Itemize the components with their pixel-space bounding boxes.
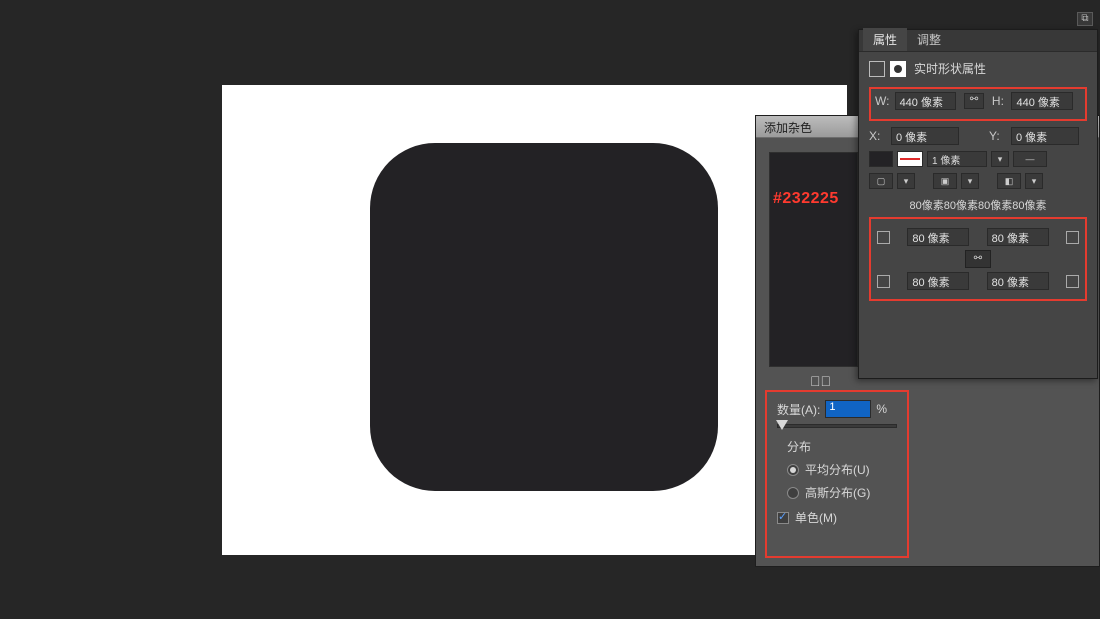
corners-summary: 80像素80像素80像素80像素 xyxy=(869,197,1087,213)
corner-tl-input[interactable]: 80 像素 xyxy=(907,228,969,246)
stroke-style-dropdown[interactable]: — xyxy=(1013,151,1047,167)
mono-option[interactable]: 单色(M) xyxy=(777,509,897,526)
amount-input[interactable]: 1 xyxy=(825,400,871,418)
h-label: H: xyxy=(992,94,1012,108)
distribution-label: 分布 xyxy=(787,438,897,455)
w-label: W: xyxy=(875,94,895,108)
panel-tabs: 属性 调整 xyxy=(859,30,1097,52)
amount-slider[interactable] xyxy=(777,424,897,428)
corner-br-check[interactable] xyxy=(1066,275,1079,288)
cap-picker[interactable]: ▢ xyxy=(869,173,893,189)
amount-unit: % xyxy=(876,402,887,416)
radio-on-icon[interactable] xyxy=(787,464,799,476)
corners-highlight: 80 像素 80 像素 ⚯ 80 像素 80 像素 xyxy=(869,217,1087,301)
stroke-swatch[interactable] xyxy=(897,151,923,167)
corner-tr-input[interactable]: 80 像素 xyxy=(987,228,1049,246)
shape-color-hex: #232225 xyxy=(773,190,839,208)
radio-off-icon[interactable] xyxy=(787,487,799,499)
checkbox-on-icon[interactable] xyxy=(777,512,789,524)
join-dd-icon[interactable]: ▾ xyxy=(961,173,979,189)
amount-label: 数量(A): xyxy=(777,401,820,418)
y-label: Y: xyxy=(989,129,1011,143)
stroke-width-input[interactable]: 1 像素 xyxy=(927,151,987,167)
amount-row: 数量(A): 1 % xyxy=(777,400,897,418)
corner-br-input[interactable]: 80 像素 xyxy=(987,272,1049,290)
zoom-out-icon[interactable]: �⃝ xyxy=(810,373,831,389)
gaussian-option[interactable]: 高斯分布(G) xyxy=(787,484,897,501)
y-input[interactable]: 0 像素 xyxy=(1011,127,1079,145)
corner-bl-input[interactable]: 80 像素 xyxy=(907,272,969,290)
height-input[interactable]: 440 像素 xyxy=(1011,92,1073,110)
corner-tr-check[interactable] xyxy=(1066,231,1079,244)
shape-props-header: 实时形状属性 xyxy=(869,60,1087,77)
width-input[interactable]: 440 像素 xyxy=(895,92,957,110)
uniform-option[interactable]: 平均分布(U) xyxy=(787,461,897,478)
noise-settings-highlight: 数量(A): 1 % 分布 平均分布(U) 高斯分布(G) xyxy=(765,390,909,558)
size-highlight: W: 440 像素 ⚯ H: 440 像素 xyxy=(869,87,1087,121)
slider-thumb-icon[interactable] xyxy=(776,420,788,430)
canvas-artboard xyxy=(222,85,847,555)
mask-icon xyxy=(890,61,906,77)
link-corners-icon[interactable]: ⚯ xyxy=(965,250,991,268)
shape-outline-icon xyxy=(869,61,885,77)
x-label: X: xyxy=(869,129,891,143)
properties-panel: ⧉ 属性 调整 实时形状属性 W: 440 像素 ⚯ H: 440 像素 X: … xyxy=(858,29,1098,379)
link-wh-icon[interactable]: ⚯ xyxy=(964,93,984,109)
x-input[interactable]: 0 像素 xyxy=(891,127,959,145)
cap-dd-icon[interactable]: ▾ xyxy=(897,173,915,189)
rounded-rect-shape[interactable] xyxy=(370,143,718,491)
align-dd-icon[interactable]: ▾ xyxy=(1025,173,1043,189)
tab-properties[interactable]: 属性 xyxy=(863,28,907,51)
corner-bl-check[interactable] xyxy=(877,275,890,288)
align-picker[interactable]: ◧ xyxy=(997,173,1021,189)
fill-stroke-row: 1 像素 ▾ — xyxy=(869,151,1087,167)
fill-swatch[interactable] xyxy=(869,151,893,167)
panel-menu-icon[interactable]: ⧉ xyxy=(1077,12,1093,26)
tab-adjustments[interactable]: 调整 xyxy=(907,28,951,51)
noise-preview xyxy=(769,152,858,367)
stroke-options-row: ▢ ▾ ▣ ▾ ◧ ▾ xyxy=(869,173,1087,189)
corner-tl-check[interactable] xyxy=(877,231,890,244)
stroke-width-dropdown-icon[interactable]: ▾ xyxy=(991,151,1009,167)
join-picker[interactable]: ▣ xyxy=(933,173,957,189)
